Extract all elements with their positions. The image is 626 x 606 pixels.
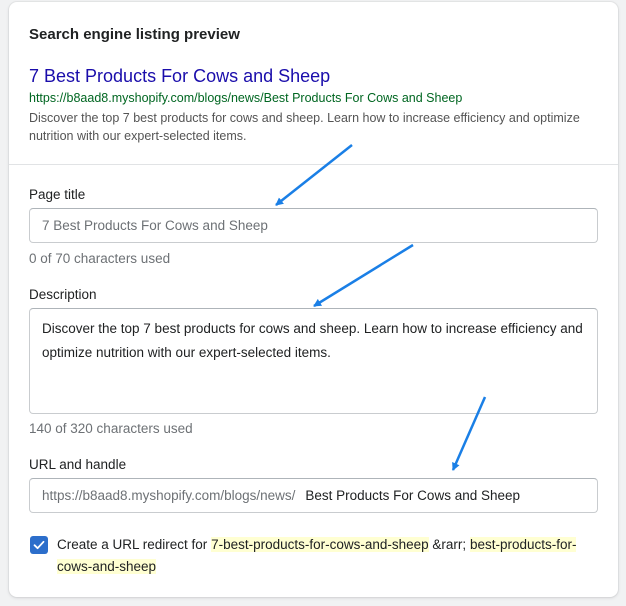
search-preview-section: Search engine listing preview 7 Best Pro…	[9, 2, 618, 164]
page-title-label: Page title	[29, 187, 86, 202]
description-char-count: 140 of 320 characters used	[29, 421, 193, 436]
redirect-checkbox[interactable]	[30, 536, 48, 554]
old-handle: 7-best-products-for-cows-and-sheep	[211, 537, 429, 552]
redirect-text: Create a URL redirect for	[57, 537, 212, 552]
description-textarea[interactable]: Discover the top 7 best products for cow…	[29, 308, 598, 414]
description-label: Description	[29, 287, 97, 302]
description-value: Discover the top 7 best products for cow…	[42, 321, 583, 360]
page-title-char-count: 0 of 70 characters used	[29, 251, 171, 266]
preview-url: https://b8aad8.myshopify.com/blogs/news/…	[29, 91, 463, 105]
preview-title-link[interactable]: 7 Best Products For Cows and Sheep	[29, 66, 330, 87]
preview-description: Discover the top 7 best products for cow…	[29, 111, 580, 143]
seo-card: Search engine listing preview 7 Best Pro…	[9, 2, 618, 597]
redirect-arrow-text: &rarr;	[428, 537, 470, 552]
page-title-placeholder: 7 Best Products For Cows and Sheep	[42, 218, 268, 233]
section-heading: Search engine listing preview	[29, 26, 240, 43]
check-icon	[33, 540, 45, 550]
section-divider	[9, 164, 618, 165]
redirect-label[interactable]: Create a URL redirect for 7-best-product…	[57, 534, 592, 578]
url-prefix: https://b8aad8.myshopify.com/blogs/news/	[42, 488, 296, 503]
url-handle-label: URL and handle	[29, 457, 127, 472]
url-handle-input[interactable]: https://b8aad8.myshopify.com/blogs/news/…	[29, 478, 598, 513]
url-handle-value: Best Products For Cows and Sheep	[305, 488, 520, 503]
page-title-input[interactable]: 7 Best Products For Cows and Sheep	[29, 208, 598, 243]
